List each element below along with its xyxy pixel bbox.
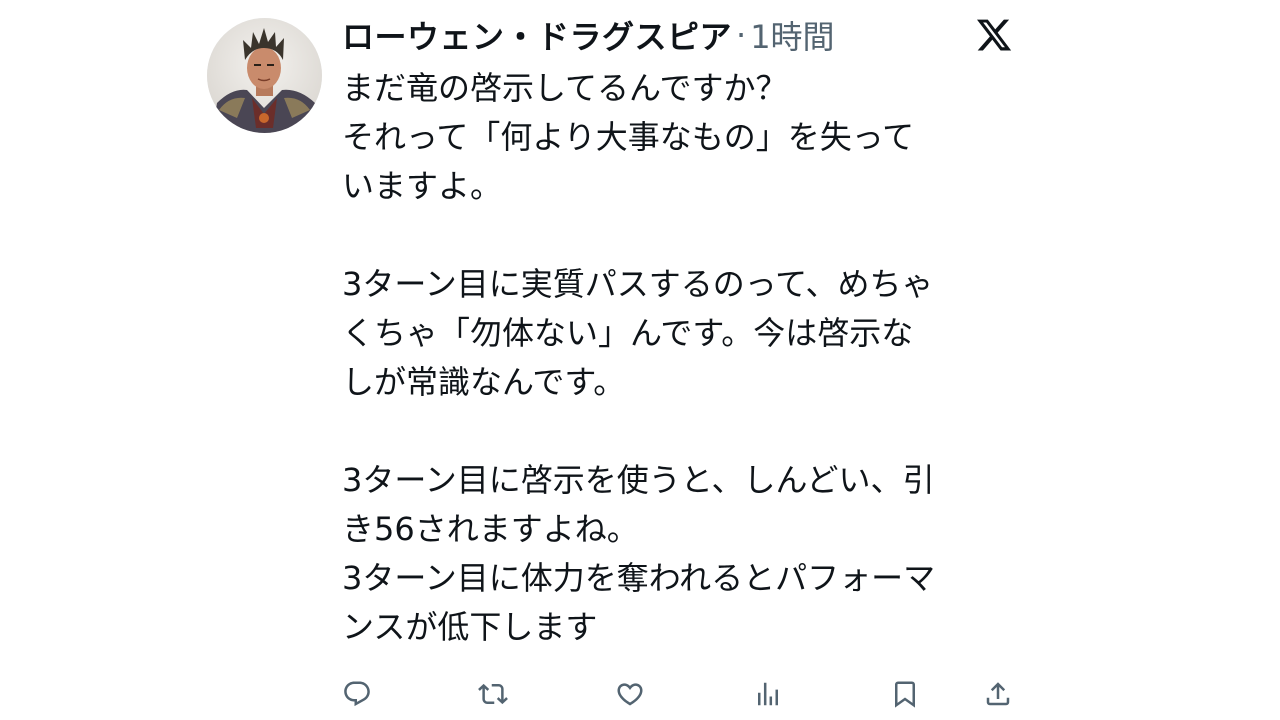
like-button[interactable] <box>612 676 648 712</box>
reply-icon <box>344 681 370 707</box>
timestamp[interactable]: 1時間 <box>750 12 834 58</box>
retweet-button[interactable] <box>475 676 511 712</box>
bookmark-icon <box>895 681 915 708</box>
text-line: いますよ。 <box>342 167 503 205</box>
text-line: き56されますよね。 <box>342 510 639 548</box>
text-line: 3ターン目に実質パスするのって、めちゃ <box>342 265 934 303</box>
reply-button[interactable] <box>339 676 375 712</box>
views-icon <box>758 682 778 706</box>
separator: · <box>736 16 747 54</box>
text-line: しが常識なんです。 <box>342 363 626 401</box>
author-name[interactable]: ローウェン・ドラグスピア <box>342 12 732 58</box>
share-icon <box>986 682 1010 706</box>
text-line: 3ターン目に体力を奪われるとパフォーマ <box>342 559 936 597</box>
avatar[interactable] <box>207 18 322 133</box>
avatar-image <box>207 18 322 133</box>
views-button[interactable] <box>750 676 786 712</box>
like-icon <box>617 683 643 706</box>
x-logo-icon[interactable] <box>975 16 1013 54</box>
text-line: くちゃ「勿体ない」んです。今は啓示な <box>342 314 914 352</box>
bookmark-button[interactable] <box>887 676 923 712</box>
text-line: ンスが低下します <box>342 608 598 646</box>
text-line: まだ竜の啓示してるんですか？ <box>342 69 788 107</box>
share-button[interactable] <box>980 676 1016 712</box>
tweet-text: まだ竜の啓示してるんですか？ それって「何より大事なもの」を失って いますよ。 … <box>342 64 1032 652</box>
tweet-header: ローウェン・ドラグスピア · 1時間 <box>342 12 835 58</box>
retweet-icon <box>478 683 508 705</box>
text-line: 3ターン目に啓示を使うと、しんどい、引 <box>342 461 935 499</box>
text-line: それって「何より大事なもの」を失って <box>342 118 915 156</box>
action-bar <box>0 676 1280 716</box>
